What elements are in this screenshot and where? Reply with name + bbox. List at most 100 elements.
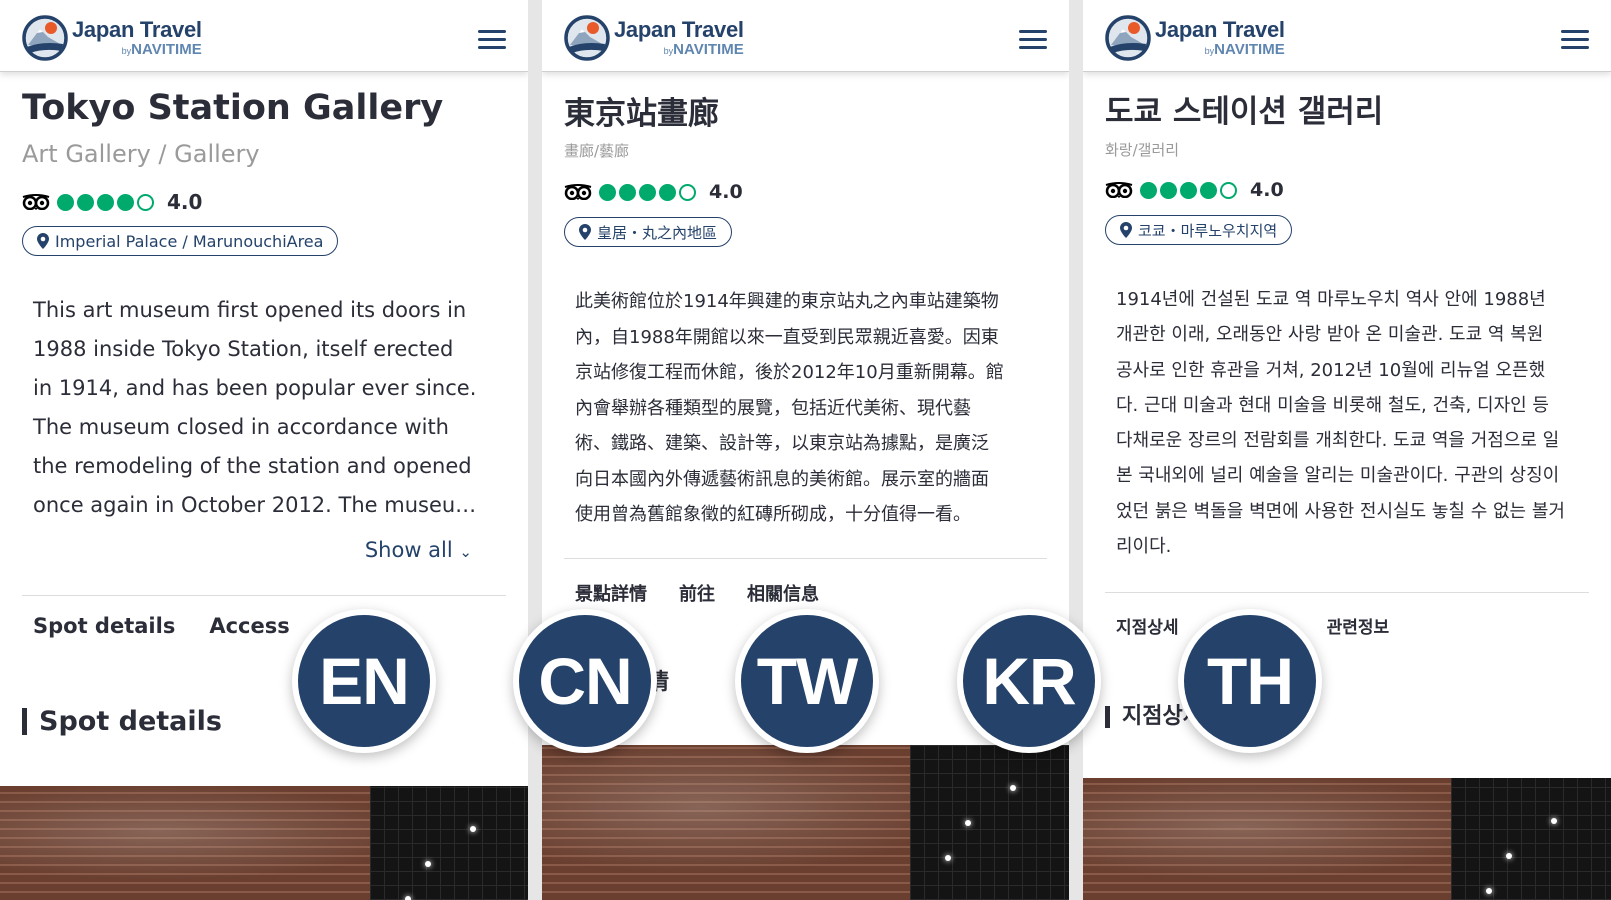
description-line: 使用曾為舊館象徵的紅磚所砌成，十分值得一看。 [575, 504, 971, 525]
section-tabs: 지점상세 관련정보 [1116, 613, 1537, 638]
site-header: Japan Travel byNAVITIME [542, 0, 1069, 72]
tripadvisor-owl-icon [1105, 182, 1133, 198]
language-badge: KR [957, 609, 1101, 753]
show-all-label: Show all [364, 538, 453, 562]
rating-dot [57, 193, 74, 211]
spot-description: 1914년에 건설된 도쿄 역 마루노우치 역사 안에 1988년 개관한 이래,… [1116, 282, 1565, 564]
area-tag[interactable]: 皇居・丸之內地區 [564, 217, 733, 247]
description-line: once again in October 2012. The museu… [33, 493, 477, 517]
rating-value: 4.0 [167, 190, 203, 214]
description-line: 京站修復工程而休館，後於2012年10月重新開幕。館 [575, 362, 1004, 383]
description-line: 內會舉辦各種類型的展覽，包括近代美術、現代藝 [575, 397, 971, 419]
brand-logo[interactable]: Japan Travel byNAVITIME [564, 15, 744, 61]
show-all-button[interactable]: Show all ⌄ [365, 538, 472, 562]
brand-by: by [663, 46, 674, 56]
area-label: 코쿄・마루노우치지역 [1138, 221, 1278, 240]
divider [1105, 592, 1589, 593]
area-label: 皇居・丸之內地區 [597, 223, 718, 242]
rating-dot [599, 183, 616, 201]
tab-item[interactable]: Spot details [33, 614, 175, 638]
description-line: 1914년에 건설된 도쿄 역 마루노우치 역사 안에 1988년 [1116, 289, 1546, 310]
description-line: 다채로운 장르의 전람회를 개최한다. 도쿄 역을 거점으로 일 [1116, 430, 1560, 452]
tab-item[interactable]: 관련정보 [1327, 613, 1390, 638]
rating-dot [1140, 181, 1157, 199]
language-badge: EN [292, 609, 436, 753]
spot-category: Art Gallery / Gallery [22, 140, 260, 168]
description-line: 內，自1988年開館以來一直受到民眾親近喜愛。因東 [575, 326, 999, 348]
spot-category: 畫廊/藝廊 [564, 142, 630, 160]
spot-photo [1083, 778, 1611, 900]
brand-by: by [121, 46, 132, 56]
location-pin-icon [579, 224, 597, 240]
site-header: Japan Travel byNAVITIME [1083, 0, 1611, 72]
spot-title: 도쿄 스테이션 갤러리 [1105, 94, 1384, 130]
section-heading: Spot details [22, 708, 222, 735]
tripadvisor-rating: 4.0 [564, 181, 743, 203]
tab-item[interactable]: 지점상세 [1116, 613, 1179, 638]
description-line: 본 국내외에 널리 예술을 알리는 미술관이다. 구관의 상징이 [1116, 465, 1560, 487]
spot-title: 東京站畫廊 [564, 96, 719, 132]
description-line: 었던 붉은 벽돌을 벽면에 사용한 전시실도 놓칠 수 없는 볼거 [1116, 500, 1565, 522]
brand-sub: NAVITIME [673, 41, 744, 58]
description-line: 리이다. [1116, 536, 1172, 558]
rating-value: 4.0 [1250, 179, 1284, 201]
brand-name: Japan Travel [1155, 17, 1285, 42]
tab-item[interactable]: 相關信息 [747, 580, 819, 606]
hamburger-menu-icon[interactable] [478, 30, 506, 50]
hamburger-menu-icon[interactable] [1561, 30, 1589, 50]
phone-panel-ko: Japan Travel byNAVITIME 도쿄 스테이션 갤러리 화랑/갤러… [1083, 0, 1611, 900]
area-tag[interactable]: 코쿄・마루노우치지역 [1105, 215, 1293, 245]
brand-sub: NAVITIME [1214, 41, 1285, 58]
description-line: 1988 inside Tokyo Station, itself erecte… [33, 337, 454, 361]
rating-dot [1200, 181, 1217, 199]
spot-category: 화랑/갤러리 [1105, 141, 1180, 159]
tripadvisor-rating: 4.0 [1105, 179, 1284, 201]
divider [564, 558, 1047, 559]
chevron-down-icon: ⌄ [459, 543, 472, 561]
description-line: the remodeling of the station and opened [33, 454, 472, 478]
rating-dot [639, 183, 656, 201]
area-tag[interactable]: Imperial Palace / MarunouchiArea [22, 226, 339, 256]
language-badge: CN [513, 609, 657, 753]
rating-dot [1220, 181, 1237, 199]
spot-description: 此美術館位於1914年興建的東京站丸之內車站建築物 內，自1988年開館以來一直受… [575, 284, 1004, 533]
tab-item[interactable]: Access [209, 614, 289, 638]
description-line: This art museum first opened its doors i… [33, 298, 467, 322]
language-badge: TW [735, 609, 879, 753]
tripadvisor-owl-icon [22, 194, 50, 210]
description-line: in 1914, and has been popular ever since… [33, 376, 477, 400]
tripadvisor-owl-icon [564, 184, 592, 200]
divider [22, 595, 506, 596]
rating-value: 4.0 [709, 181, 743, 203]
location-pin-icon [37, 233, 55, 249]
description-line: The museum closed in accordance with [33, 415, 449, 439]
brand-by: by [1204, 46, 1215, 56]
spot-photo [542, 745, 1069, 900]
rating-dot [117, 193, 134, 211]
description-line: 공사로 인한 휴관을 거쳐, 2012년 10월에 리뉴얼 오픈했 [1116, 359, 1546, 381]
brand-sub: NAVITIME [131, 41, 202, 58]
spot-photo [0, 786, 528, 900]
description-line: 向日本國內外傳遞藝術訊息的美術館。展示室的牆面 [575, 468, 989, 490]
brand-name: Japan Travel [72, 17, 202, 42]
section-tabs: 景點詳情 前往 相關信息 [575, 580, 851, 606]
description-line: 術、鐵路、建築、設計等，以東京站為據點，是廣泛 [575, 433, 989, 454]
tab-item[interactable]: 前往 [679, 580, 715, 606]
area-label: Imperial Palace / MarunouchiArea [55, 231, 324, 251]
rating-dot [77, 193, 94, 211]
hamburger-menu-icon[interactable] [1019, 30, 1047, 50]
rating-dot [659, 183, 676, 201]
description-line: 다. 근대 미술과 현대 미술을 비롯해 철도, 건축, 디자인 등 [1116, 394, 1549, 416]
rating-dot [137, 193, 154, 211]
tab-item[interactable]: 景點詳情 [575, 580, 647, 606]
rating-dot [97, 193, 114, 211]
language-badge: TH [1178, 609, 1322, 753]
site-header: Japan Travel byNAVITIME [0, 0, 528, 72]
brand-logo[interactable]: Japan Travel byNAVITIME [22, 15, 202, 61]
rating-dot [1160, 181, 1177, 199]
tripadvisor-rating: 4.0 [22, 190, 202, 214]
spot-description: This art museum first opened its doors i… [33, 291, 476, 525]
rating-dot [1180, 181, 1197, 199]
brand-logo[interactable]: Japan Travel byNAVITIME [1105, 15, 1285, 61]
rating-dot [619, 183, 636, 201]
